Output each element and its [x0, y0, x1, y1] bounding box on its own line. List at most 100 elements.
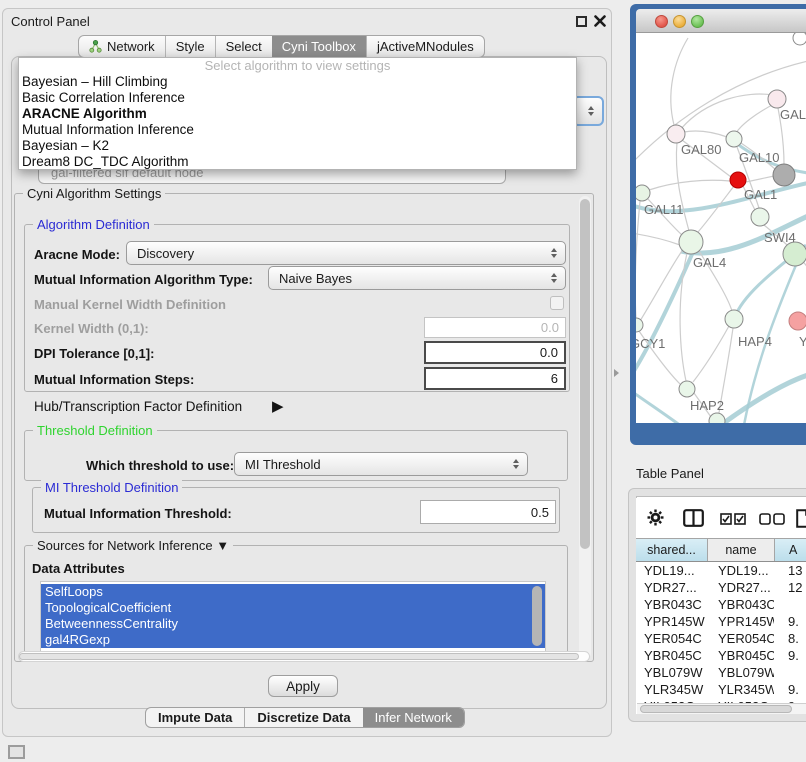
expand-arrow-icon[interactable]: ▶ [272, 397, 284, 415]
network-node[interactable] [793, 33, 806, 45]
network-node[interactable] [783, 242, 806, 266]
column-header-a[interactable]: A [775, 539, 806, 561]
tab-infer-network[interactable]: Infer Network [363, 708, 464, 727]
manual-kernel-width-checkbox[interactable] [550, 296, 564, 310]
mi-threshold-value: 0.5 [531, 505, 549, 520]
network-icon [89, 40, 102, 53]
aracne-mode-label: Aracne Mode: [34, 247, 120, 262]
float-window-icon[interactable] [576, 16, 587, 27]
screen: Control Panel Network Style Select Cyni … [0, 0, 806, 762]
dpi-tolerance-field[interactable]: 0.0 [424, 341, 566, 364]
apply-button[interactable]: Apply [268, 675, 338, 697]
dropdown-item[interactable]: Bayesian – K2 [19, 138, 576, 154]
zoom-traffic-light[interactable] [691, 15, 704, 28]
network-node-label: GAL4 [693, 255, 726, 270]
network-titlebar[interactable] [636, 9, 806, 33]
minimize-traffic-light[interactable] [673, 15, 686, 28]
which-threshold-label: Which threshold to use: [86, 458, 234, 473]
file-icon[interactable] [796, 509, 806, 528]
settings-vertical-scrollbar[interactable] [579, 196, 591, 659]
table-row[interactable]: YPR145WYPR145W9. [636, 613, 806, 630]
attribute-item[interactable]: TopologicalCoefficient [41, 600, 545, 616]
network-node[interactable] [751, 208, 769, 226]
tab-select[interactable]: Select [215, 36, 272, 57]
mi-steps-field[interactable]: 6 [424, 367, 566, 390]
gear-icon[interactable] [647, 509, 664, 526]
network-node[interactable] [725, 310, 743, 328]
attribute-item[interactable]: BetweennessCentrality [41, 616, 545, 632]
control-panel-tabbar: Network Style Select Cyni Toolbox jActiv… [78, 35, 485, 58]
dropdown-item[interactable]: Basic Correlation Inference [19, 90, 576, 106]
combobox-stepper-icon [588, 106, 594, 116]
tab-network-label: Network [107, 39, 155, 54]
network-node[interactable] [667, 125, 685, 143]
column-header-shared[interactable]: shared... [636, 539, 708, 561]
checked-checkboxes-icon[interactable] [720, 513, 746, 525]
aracne-mode-combobox[interactable]: Discovery [126, 241, 566, 265]
table-row[interactable]: YER054CYER054C8. [636, 630, 806, 647]
combobox-stepper-icon [551, 248, 557, 258]
which-threshold-combobox[interactable]: MI Threshold [234, 452, 528, 476]
tab-discretize-data[interactable]: Discretize Data [244, 708, 362, 727]
network-node[interactable] [789, 312, 806, 330]
network-node[interactable] [730, 172, 746, 188]
network-node[interactable] [636, 318, 643, 332]
collapsed-panel-icon[interactable] [8, 745, 25, 759]
collapse-arrow-icon[interactable]: ▼ [216, 538, 229, 553]
table-row[interactable]: YBR043CYBR043C [636, 596, 806, 613]
network-node-label: GAL10 [739, 150, 779, 165]
splitter-collapse-icon[interactable] [614, 369, 619, 377]
network-node-label: HAP2 [690, 398, 724, 413]
attribute-item[interactable]: gal4RGexp [41, 632, 545, 648]
table-row[interactable]: YBR045CYBR045C9. [636, 647, 806, 664]
network-node-label: GAL [780, 107, 806, 122]
network-node[interactable] [679, 230, 703, 254]
tab-network[interactable]: Network [79, 36, 165, 57]
attribute-item[interactable]: SelfLoops [41, 584, 545, 600]
data-attributes-list[interactable]: SelfLoops TopologicalCoefficient Between… [40, 581, 546, 652]
table-row[interactable]: YDL19...YDL19...13 [636, 562, 806, 579]
dpi-tolerance-label: DPI Tolerance [0,1]: [34, 346, 154, 361]
column-header-name[interactable]: name [708, 539, 775, 561]
unchecked-checkboxes-icon[interactable] [759, 513, 785, 525]
mi-algorithm-type-combobox[interactable]: Naive Bayes [268, 266, 566, 290]
attribute-list-scrollbar[interactable] [532, 586, 542, 646]
columns-icon[interactable] [683, 509, 704, 527]
mi-threshold-field[interactable]: 0.5 [420, 500, 556, 524]
tab-impute-data[interactable]: Impute Data [146, 708, 244, 727]
table-rows: YDL19...YDL19...13 YDR27...YDR27...12 YB… [636, 562, 806, 714]
tab-jactivemnodules[interactable]: jActiveMNodules [366, 36, 484, 57]
network-node-label: Y [799, 334, 806, 349]
table-horizontal-scrollbar[interactable] [637, 703, 806, 714]
tab-cyni-toolbox[interactable]: Cyni Toolbox [272, 36, 366, 57]
dropdown-item[interactable]: Dream8 DC_TDC Algorithm [19, 154, 576, 170]
network-node[interactable] [709, 413, 725, 423]
hub-definition-label[interactable]: Hub/Transcription Factor Definition [34, 399, 242, 414]
control-panel-title: Control Panel [11, 14, 90, 29]
table-toolbar [636, 498, 806, 538]
network-canvas[interactable]: GAL GAL80 GAL10 GAL1 GAL11 SWI4 GAL4 HAP… [636, 33, 806, 423]
dpi-tolerance-value: 0.0 [540, 345, 558, 360]
table-row[interactable]: YBL079WYBL079W [636, 664, 806, 681]
table-row[interactable]: YDR27...YDR27...12 [636, 579, 806, 596]
network-node[interactable] [726, 131, 742, 147]
combobox-stepper-icon [513, 459, 519, 469]
manual-kernel-width-label: Manual Kernel Width Definition [34, 297, 226, 312]
table-row[interactable]: YLR345WYLR345W9. [636, 681, 806, 698]
network-node[interactable] [773, 164, 795, 186]
close-icon[interactable] [594, 15, 606, 27]
network-node[interactable] [636, 185, 650, 201]
dropdown-item[interactable]: Mutual Information Inference [19, 122, 576, 138]
kernel-width-field[interactable]: 0.0 [424, 317, 566, 338]
dropdown-item-selected[interactable]: ARACNE Algorithm [19, 106, 576, 122]
mi-steps-label: Mutual Information Steps: [34, 372, 194, 387]
tab-style[interactable]: Style [165, 36, 215, 57]
settings-horizontal-scrollbar[interactable] [18, 651, 590, 662]
network-node[interactable] [768, 90, 786, 108]
mi-threshold-label: Mutual Information Threshold: [44, 506, 232, 521]
which-threshold-value: MI Threshold [245, 457, 321, 472]
aracne-mode-value: Discovery [137, 246, 194, 261]
dropdown-item[interactable]: Bayesian – Hill Climbing [19, 74, 576, 90]
close-traffic-light[interactable] [655, 15, 668, 28]
network-node[interactable] [679, 381, 695, 397]
